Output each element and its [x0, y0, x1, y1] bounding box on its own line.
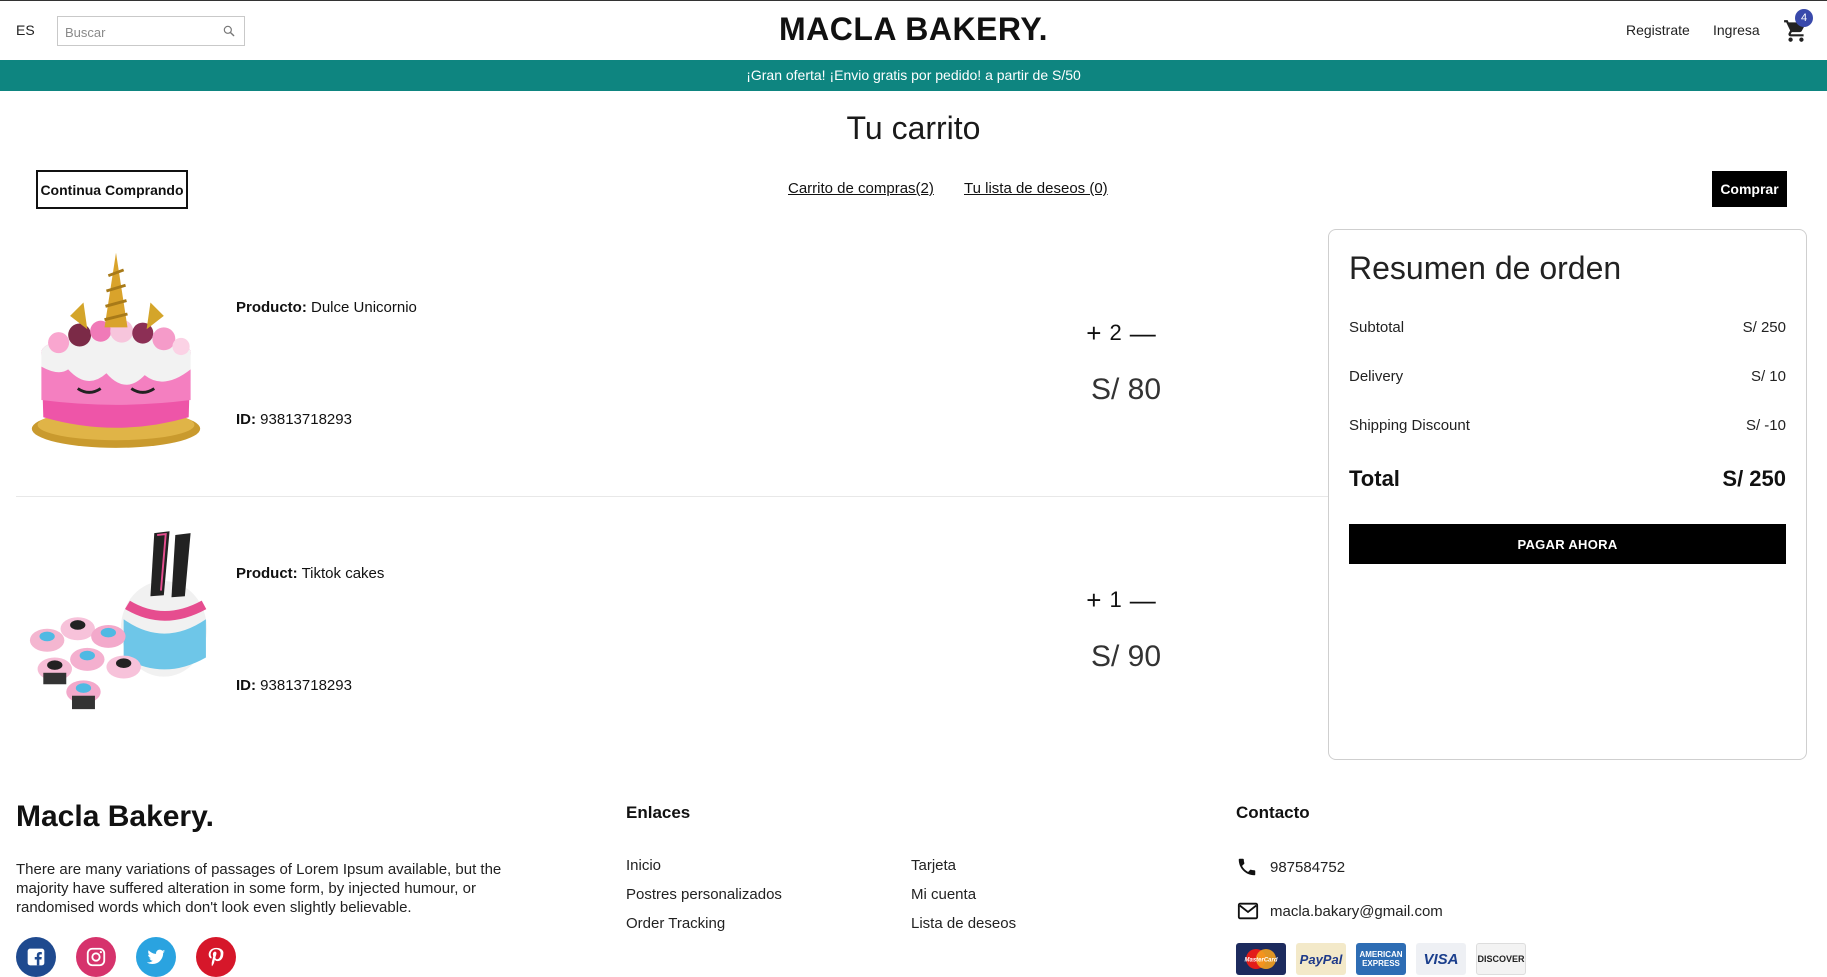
amex-label-line1: AMERICAN	[1359, 950, 1403, 959]
cart-item: Product: Tiktok cakes ID: 93813718293 + …	[16, 496, 1328, 728]
product-id-value: 93813718293	[260, 411, 352, 428]
contact-phone[interactable]: 987584752	[1270, 859, 1345, 876]
product-name: Product: Tiktok cakes	[236, 565, 384, 582]
footer-description: There are many variations of passages of…	[16, 861, 502, 916]
summary-label: Shipping Discount	[1349, 417, 1470, 434]
footer-link-inicio[interactable]: Inicio	[626, 857, 661, 874]
mastercard-label: MasterCard	[1244, 958, 1277, 964]
decrease-quantity-button[interactable]: —	[1130, 320, 1156, 346]
tiktok-cakes-image	[29, 531, 207, 710]
pay-now-button[interactable]: PAGAR AHORA	[1349, 524, 1786, 564]
pinterest-link[interactable]	[196, 937, 236, 977]
quantity-value: 1	[1109, 587, 1122, 612]
summary-row-subtotal: Subtotal S/ 250	[1349, 319, 1786, 336]
twitter-icon	[146, 949, 166, 964]
product-name-value: Tiktok cakes	[301, 565, 385, 582]
quantity-stepper: + 2 —	[1076, 318, 1166, 348]
twitter-link[interactable]	[136, 937, 176, 977]
order-summary-panel: Resumen de orden Subtotal S/ 250 Deliver…	[1328, 229, 1807, 760]
facebook-link[interactable]	[16, 937, 56, 977]
increase-quantity-button[interactable]: +	[1086, 587, 1101, 613]
summary-total: Total S/ 250	[1349, 466, 1786, 492]
footer-link-mi-cuenta[interactable]: Mi cuenta	[911, 886, 976, 903]
amex-icon: AMERICAN EXPRESS	[1356, 943, 1406, 975]
summary-value: S/ 250	[1742, 319, 1786, 336]
page-title: Tu carrito	[846, 110, 981, 146]
total-value: S/ 250	[1722, 466, 1786, 491]
brand-logo[interactable]: MACLA BAKERY.	[0, 11, 1827, 48]
summary-value: S/ 10	[1750, 368, 1786, 385]
decrease-quantity-button[interactable]: —	[1130, 587, 1156, 613]
product-name-label: Producto:	[236, 299, 307, 316]
item-price: S/ 90	[1090, 640, 1162, 673]
summary-value: S/ -10	[1745, 417, 1786, 434]
total-label: Total	[1349, 466, 1400, 491]
pinterest-icon	[208, 947, 224, 967]
continue-shopping-button[interactable]: Continua Comprando	[36, 170, 188, 209]
visa-icon: VISA	[1416, 943, 1466, 975]
increase-quantity-button[interactable]: +	[1086, 320, 1101, 346]
cart-item: Producto: Dulce Unicornio ID: 9381371829…	[16, 229, 1328, 461]
order-summary-title: Resumen de orden	[1349, 250, 1622, 286]
contact-email[interactable]: macla.bakary@gmail.com	[1270, 903, 1443, 920]
facebook-icon	[27, 948, 45, 966]
footer-brand: Macla Bakery.	[16, 800, 214, 833]
login-link[interactable]: Ingresa	[1713, 22, 1760, 38]
quantity-value: 2	[1109, 320, 1122, 345]
footer-link-order-tracking[interactable]: Order Tracking	[626, 915, 725, 932]
mail-icon	[1237, 902, 1259, 920]
summary-label: Subtotal	[1349, 319, 1405, 336]
links-title: Enlaces	[626, 803, 691, 822]
mastercard-logo: MasterCard	[1244, 949, 1278, 969]
product-id-label: ID:	[236, 677, 256, 694]
product-name-label: Product:	[236, 565, 298, 582]
product-name: Producto: Dulce Unicornio	[236, 299, 417, 316]
product-name-value: Dulce Unicornio	[311, 299, 417, 316]
product-id: ID: 93813718293	[236, 411, 352, 428]
footer-link-postres[interactable]: Postres personalizados	[626, 886, 782, 903]
discover-icon: DISCOVER	[1476, 943, 1526, 975]
contact-title: Contacto	[1236, 803, 1310, 822]
item-price: S/ 80	[1090, 373, 1162, 406]
footer-link-lista-deseos[interactable]: Lista de deseos	[911, 915, 1016, 932]
instagram-link[interactable]	[76, 937, 116, 977]
product-id-label: ID:	[236, 411, 256, 428]
paypal-icon: PayPal	[1296, 943, 1346, 975]
summary-row-shipping-discount: Shipping Discount S/ -10	[1349, 417, 1786, 434]
product-id-value: 93813718293	[260, 677, 352, 694]
register-link[interactable]: Registrate	[1626, 22, 1690, 38]
amex-label-line2: EXPRESS	[1362, 959, 1400, 968]
buy-button[interactable]: Comprar	[1712, 171, 1787, 207]
summary-label: Delivery	[1349, 368, 1404, 385]
instagram-icon	[86, 947, 106, 967]
tab-wishlist[interactable]: Tu lista de deseos (0)	[964, 180, 1108, 197]
unicorn-cake-image	[31, 252, 201, 448]
tab-shopping-cart[interactable]: Carrito de compras(2)	[788, 180, 934, 197]
promo-banner: ¡Gran oferta! ¡Envio gratis por pedido! …	[0, 60, 1827, 91]
footer-link-tarjeta[interactable]: Tarjeta	[911, 857, 956, 874]
cart-count-badge: 4	[1795, 9, 1813, 27]
phone-icon	[1238, 858, 1256, 876]
top-header: ES MACLA BAKERY. Registrate Ingresa 4	[0, 0, 1827, 60]
quantity-stepper: + 1 —	[1076, 585, 1166, 615]
amex-label: AMERICAN EXPRESS	[1359, 950, 1402, 968]
mastercard-icon: MasterCard	[1236, 943, 1286, 975]
summary-row-delivery: Delivery S/ 10	[1349, 368, 1786, 385]
product-id: ID: 93813718293	[236, 677, 352, 694]
